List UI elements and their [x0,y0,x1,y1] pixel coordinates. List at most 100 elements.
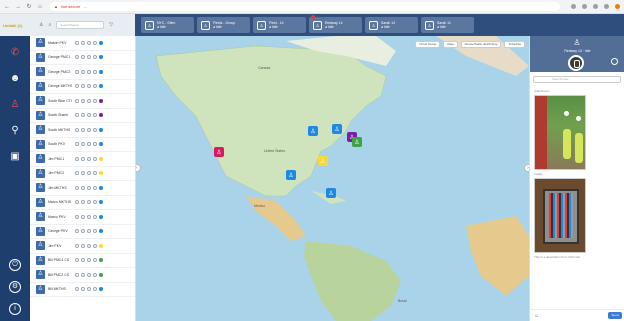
call-icon[interactable] [75,69,79,74]
power-icon[interactable]: ⏻ [9,259,21,271]
video-icon[interactable]: ▣ [8,150,22,164]
call-icon[interactable] [75,40,79,45]
camera-icon[interactable] [611,58,618,65]
video-icon[interactable] [87,69,91,74]
channel-tile[interactable]: ♙ Field - 14 ● Idle [253,17,306,33]
location-icon[interactable] [93,69,97,74]
settings-icon[interactable]: ⚙ [9,281,21,293]
video-icon[interactable] [87,55,91,60]
message-icon[interactable] [81,69,85,74]
list-item[interactable]: ♙ Bill PMC2 CS [30,268,135,283]
message-icon[interactable] [81,243,85,248]
video-icon[interactable] [87,287,91,292]
map-pin[interactable]: ♙ [352,137,362,147]
call-icon[interactable] [75,229,79,234]
map-pin[interactable]: ♙ [214,147,224,157]
call-icon[interactable] [75,171,79,176]
home-icon[interactable]: ⌂ [37,4,43,10]
back-icon[interactable]: ← [4,4,10,10]
call-icon[interactable] [75,98,79,103]
photo-panel[interactable] [534,178,586,253]
location-icon[interactable] [93,98,97,103]
location-icon[interactable] [93,243,97,248]
list-item[interactable]: ♙ Marco PKV [30,210,135,225]
list-item[interactable]: ♙ Marco MKTHS [30,196,135,210]
list-item[interactable]: ♙ Bill PMC1 CS [30,254,135,268]
video-icon[interactable] [87,171,91,176]
location-icon[interactable] [93,40,97,45]
filter-icon[interactable]: ▽ [109,22,113,28]
list-item[interactable]: ♙ Bill MKTHS [30,283,135,297]
location-icon[interactable] [93,258,97,263]
message-icon[interactable] [81,127,85,132]
video-icon[interactable] [87,214,91,219]
call-icon[interactable] [75,287,79,292]
video-icon[interactable] [87,272,91,277]
message-icon[interactable] [81,200,85,205]
call-icon[interactable] [75,243,79,248]
message-icon[interactable] [81,142,85,147]
location-icon[interactable] [93,84,97,89]
location-icon[interactable] [93,272,97,277]
message-icon[interactable] [81,185,85,190]
message-icon[interactable] [81,214,85,219]
call-icon[interactable] [75,156,79,161]
list-item[interactable]: ♙ Jim PKV [30,239,135,254]
channel-tile[interactable]: ♙ NYC - Ellen ● Idle [141,17,194,33]
map-pin-icon[interactable]: ⚲ [8,124,22,138]
list-item[interactable]: ♙ Mason PKV [30,36,135,51]
map-toolbar-button[interactable]: Schedule [504,41,525,48]
location-icon[interactable] [93,142,97,147]
location-icon[interactable] [93,156,97,161]
list-item[interactable]: ♙ South MKTHS [30,123,135,138]
group-icon[interactable]: ☻ [8,72,22,86]
message-icon[interactable] [81,171,85,176]
location-icon[interactable] [93,214,97,219]
bookmark-icon[interactable] [571,4,576,9]
list-item[interactable]: ♙ Jim MKTHS [30,181,135,196]
message-icon[interactable] [81,156,85,161]
video-icon[interactable] [87,200,91,205]
video-icon[interactable] [87,243,91,248]
channel-tile[interactable]: ♙ Sarah 11 ● Idle [421,17,474,33]
contact-search-input[interactable]: Search/Select [56,21,105,29]
call-icon[interactable] [75,272,79,277]
map-pin[interactable]: ♙ [318,156,328,166]
map-toolbar-button[interactable]: Data [443,41,458,48]
list-item[interactable]: ♙ South Sharin [30,109,135,123]
message-icon[interactable] [81,55,85,60]
message-icon[interactable] [81,272,85,277]
location-icon[interactable] [93,200,97,205]
user-icon[interactable]: ♙ [39,22,43,28]
list-item[interactable]: ♙ George PKV [30,225,135,239]
message-icon[interactable] [81,287,85,292]
call-icon[interactable] [75,55,79,60]
video-icon[interactable] [87,40,91,45]
call-icon[interactable] [75,84,79,89]
info-icon[interactable]: i [9,303,21,315]
call-icon[interactable] [75,258,79,263]
channel-tile[interactable]: ♙ Sarah 14 ● Idle [365,17,418,33]
list-item[interactable]: ♙ South PKV [30,138,135,152]
call-icon[interactable] [75,127,79,132]
forward-icon[interactable]: → [15,4,21,10]
alert-icon[interactable]: ✆ [8,46,22,60]
video-icon[interactable] [87,142,91,147]
call-icon[interactable] [75,185,79,190]
contacts-icon[interactable]: ♙ [8,98,22,112]
location-icon[interactable] [93,171,97,176]
reload-icon[interactable]: ↻ [26,4,32,10]
map-pin[interactable]: ♙ [332,124,342,134]
message-icon[interactable] [81,84,85,89]
user-search-input[interactable]: Search/User [533,76,621,83]
location-icon[interactable] [93,113,97,118]
message-icon[interactable] [81,113,85,118]
call-icon[interactable] [75,200,79,205]
call-icon[interactable] [75,214,79,219]
call-icon[interactable] [75,113,79,118]
push-to-talk-button[interactable] [568,55,584,71]
list-item[interactable]: ♙ George PMC1 [30,51,135,65]
list-item[interactable]: ♙ Jim PMC2 [30,167,135,181]
video-icon[interactable] [87,98,91,103]
list-item[interactable]: ♙ South Blue CTG [30,94,135,109]
